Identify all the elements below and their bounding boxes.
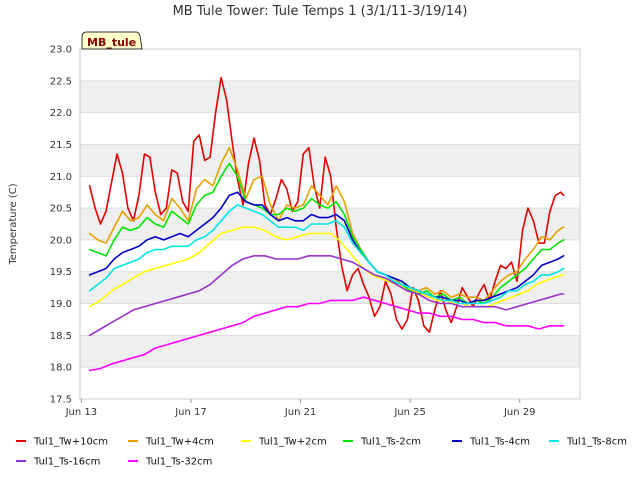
y-tick-label: 18.5	[50, 331, 72, 342]
legend-label: Tul1_Ts-8cm	[566, 437, 627, 448]
legend-label: Tul1_Tw+10cm	[33, 437, 108, 448]
legend-label: Tul1_Ts-32cm	[145, 457, 212, 468]
chart-title: MB Tule Tower: Tule Temps 1 (3/1/11-3/19…	[173, 4, 468, 19]
x-tick-label: Jun 13	[65, 407, 98, 418]
x-tick-label: Jun 25	[393, 407, 426, 418]
y-tick-label: 23.0	[50, 45, 72, 56]
legend-label: Tul1_Ts-2cm	[360, 437, 421, 448]
x-tick-label: Jun 21	[284, 407, 317, 418]
site-badge: MB_tule	[81, 31, 143, 50]
y-tick-label: 20.5	[50, 204, 72, 215]
y-tick-label: 21.5	[50, 140, 72, 151]
y-tick-label: 19.5	[50, 267, 72, 278]
y-tick-label: 19.0	[50, 299, 72, 310]
y-tick-label: 21.0	[50, 172, 72, 183]
y-tick-label: 17.5	[50, 395, 72, 406]
legend-label: Tul1_Ts-16cm	[33, 457, 100, 468]
y-axis-title: Temperature (C)	[8, 183, 19, 265]
legend-label: Tul1_Tw+2cm	[258, 437, 327, 448]
y-tick-label: 20.0	[50, 235, 72, 246]
x-tick-label: Jun 29	[503, 407, 536, 418]
tule-temps-chart: MB Tule Tower: Tule Temps 1 (3/1/11-3/19…	[0, 0, 640, 480]
x-tick-label: Jun 17	[174, 407, 207, 418]
badge-label: MB_tule	[87, 36, 136, 49]
y-tick-label: 22.0	[50, 108, 72, 119]
legend-label: Tul1_Tw+4cm	[145, 437, 214, 448]
y-tick-label: 18.0	[50, 363, 72, 374]
plot-band	[80, 335, 580, 368]
plot-band	[80, 271, 580, 304]
plot-band	[80, 80, 580, 113]
legend-label: Tul1_Ts-4cm	[469, 437, 530, 448]
y-tick-label: 22.5	[50, 76, 72, 87]
